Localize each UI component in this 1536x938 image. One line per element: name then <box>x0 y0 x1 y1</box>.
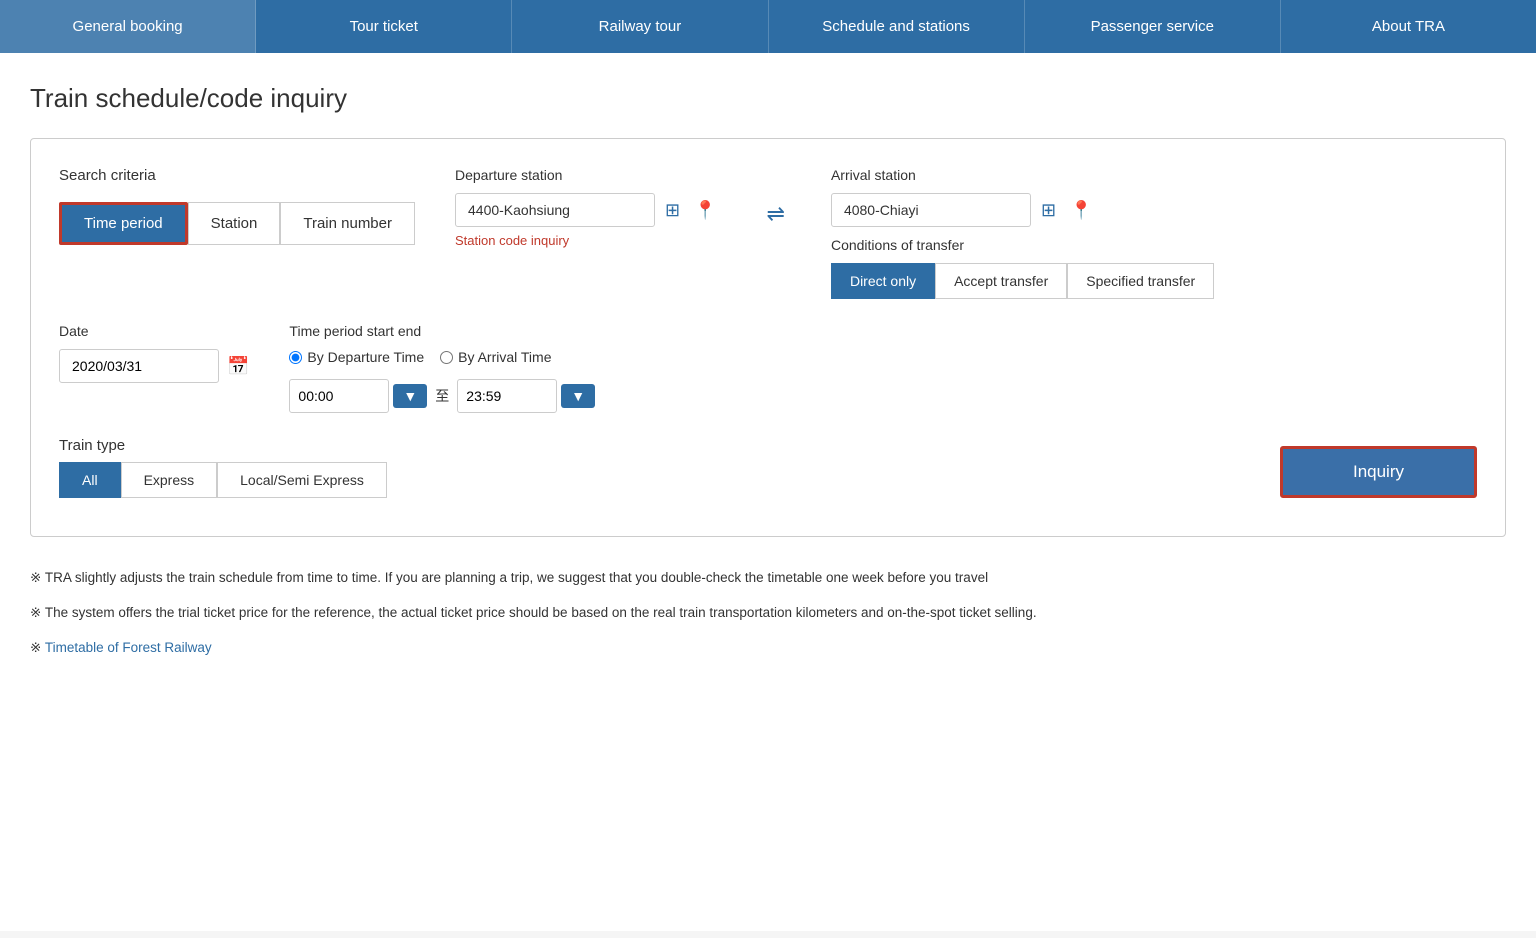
arrival-location-icon[interactable]: 📍 <box>1066 196 1096 225</box>
time-end-select[interactable]: 23:59 18:00 22:00 <box>457 379 557 413</box>
arrival-transfer-col: Arrival station ⊞ 📍 Conditions of transf… <box>831 167 1214 299</box>
radio-arrival-time[interactable]: By Arrival Time <box>440 349 551 365</box>
criteria-label: Search criteria <box>59 167 415 184</box>
transfer-label: Conditions of transfer <box>831 237 1214 253</box>
note-1: ※ TRA slightly adjusts the train schedul… <box>30 567 1506 590</box>
arrival-table-icon[interactable]: ⊞ <box>1037 196 1060 225</box>
page-title: Train schedule/code inquiry <box>30 83 1506 114</box>
traintype-section: Train type All Express Local/Semi Expres… <box>59 437 387 498</box>
calendar-icon-button[interactable]: 📅 <box>227 356 249 377</box>
date-input-row: 📅 <box>59 349 249 383</box>
inquiry-button[interactable]: Inquiry <box>1280 446 1477 498</box>
radio-departure-time[interactable]: By Departure Time <box>289 349 424 365</box>
arrival-input[interactable] <box>831 193 1031 227</box>
time-select-row: 00:00 01:00 06:00 12:00 ▼ 至 23:59 18:00 … <box>289 379 595 413</box>
inquiry-wrapper: Inquiry <box>1280 446 1477 498</box>
transfer-specified[interactable]: Specified transfer <box>1067 263 1214 299</box>
main-nav: General booking Tour ticket Railway tour… <box>0 0 1536 53</box>
station-code-link[interactable]: Station code inquiry <box>455 233 721 248</box>
date-section: Date 📅 <box>59 323 249 383</box>
departure-location-icon[interactable]: 📍 <box>690 196 720 225</box>
note-2: ※ The system offers the trial ticket pri… <box>30 602 1506 625</box>
date-row: Date 📅 Time period start end By Departur… <box>59 323 1477 413</box>
nav-tour-ticket[interactable]: Tour ticket <box>256 0 512 53</box>
traintype-all[interactable]: All <box>59 462 121 498</box>
criteria-section: Search criteria Time period Station Trai… <box>59 167 415 245</box>
notes-section: ※ TRA slightly adjusts the train schedul… <box>30 557 1506 660</box>
date-label: Date <box>59 323 249 339</box>
criteria-group: Time period Station Train number <box>59 202 415 245</box>
departure-label: Departure station <box>455 167 721 183</box>
criteria-train-number[interactable]: Train number <box>280 202 415 245</box>
swap-stations-button[interactable]: ⇌ <box>761 195 791 233</box>
departure-input-row: ⊞ 📍 <box>455 193 721 227</box>
time-end-arrow[interactable]: ▼ <box>561 384 595 408</box>
transfer-direct-only[interactable]: Direct only <box>831 263 935 299</box>
forest-railway-link[interactable]: Timetable of Forest Railway <box>45 640 212 655</box>
criteria-station[interactable]: Station <box>188 202 281 245</box>
radio-group: By Departure Time By Arrival Time <box>289 349 595 365</box>
arrival-label: Arrival station <box>831 167 1214 183</box>
arrival-input-row: ⊞ 📍 <box>831 193 1214 227</box>
transfer-accept[interactable]: Accept transfer <box>935 263 1067 299</box>
criteria-time-period[interactable]: Time period <box>59 202 188 245</box>
arrival-section: Arrival station ⊞ 📍 <box>831 167 1214 227</box>
timeperiod-label: Time period start end <box>289 323 595 339</box>
nav-general-booking[interactable]: General booking <box>0 0 256 53</box>
traintype-local[interactable]: Local/Semi Express <box>217 462 387 498</box>
departure-input[interactable] <box>455 193 655 227</box>
time-start-select[interactable]: 00:00 01:00 06:00 12:00 <box>289 379 389 413</box>
nav-railway-tour[interactable]: Railway tour <box>512 0 768 53</box>
page-content: Train schedule/code inquiry Search crite… <box>0 53 1536 931</box>
note-3: ※ Timetable of Forest Railway <box>30 637 1506 660</box>
nav-schedule-stations[interactable]: Schedule and stations <box>769 0 1025 53</box>
radio-departure-label: By Departure Time <box>307 349 424 365</box>
radio-arrival-label: By Arrival Time <box>458 349 551 365</box>
top-row: Search criteria Time period Station Trai… <box>59 167 1477 299</box>
transfer-section: Conditions of transfer Direct only Accep… <box>831 237 1214 299</box>
traintype-express[interactable]: Express <box>121 462 218 498</box>
traintype-label: Train type <box>59 437 373 454</box>
forest-prefix: ※ <box>30 640 45 655</box>
departure-table-icon[interactable]: ⊞ <box>661 196 684 225</box>
nav-about-tra[interactable]: About TRA <box>1281 0 1536 53</box>
departure-section: Departure station ⊞ 📍 Station code inqui… <box>455 167 721 248</box>
radio-arrival-time-input[interactable] <box>440 351 453 364</box>
timeperiod-section: Time period start end By Departure Time … <box>289 323 595 413</box>
nav-passenger-service[interactable]: Passenger service <box>1025 0 1281 53</box>
bottom-row: Train type All Express Local/Semi Expres… <box>59 437 1477 498</box>
time-start-arrow[interactable]: ▼ <box>393 384 427 408</box>
date-input[interactable] <box>59 349 219 383</box>
traintype-group: All Express Local/Semi Express <box>59 462 387 498</box>
time-separator: 至 <box>435 386 449 406</box>
radio-departure-time-input[interactable] <box>289 351 302 364</box>
transfer-group: Direct only Accept transfer Specified tr… <box>831 263 1214 299</box>
search-panel: Search criteria Time period Station Trai… <box>30 138 1506 537</box>
